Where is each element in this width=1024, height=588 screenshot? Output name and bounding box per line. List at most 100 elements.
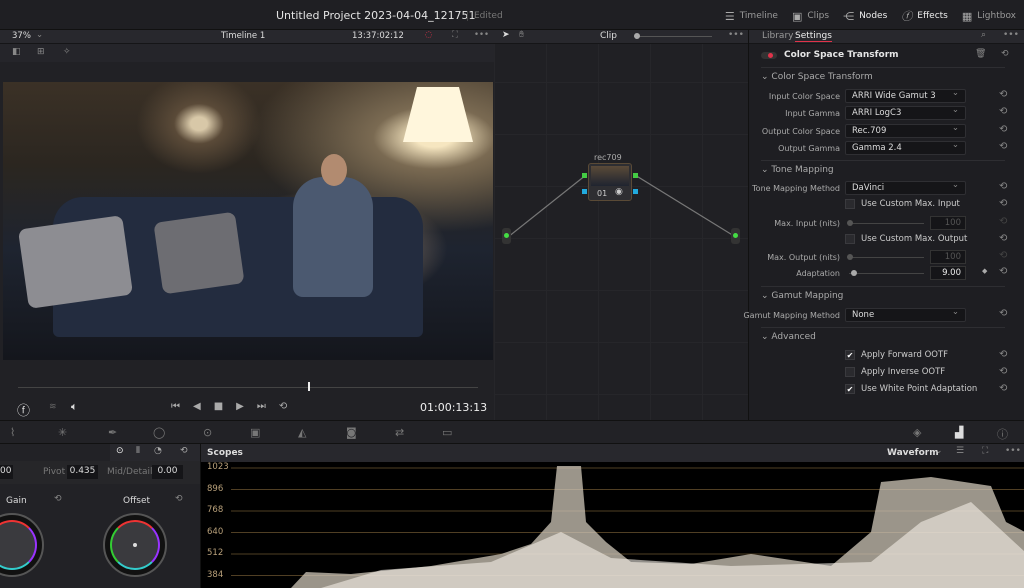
node-editor[interactable]: ➤ ✋︎ Clip ••• rec709 01 ◉ xyxy=(494,30,748,420)
clip-loop-icon[interactable]: ◌ xyxy=(425,30,432,40)
go-to-end-icon[interactable]: ⏭ xyxy=(257,401,266,412)
section-gamut-mapping[interactable]: ⌄ Gamut Mapping xyxy=(761,291,843,301)
more-icon[interactable]: ••• xyxy=(474,30,489,40)
apply-forward-ootf-checkbox[interactable]: ✔ xyxy=(845,350,855,360)
nav-lightbox[interactable]: ▦ Lightbox xyxy=(962,10,1016,23)
nav-effects[interactable]: ⓕ Effects xyxy=(901,8,948,24)
log-wheels-icon[interactable]: ◔ xyxy=(154,446,162,456)
section-cst[interactable]: ⌄ Color Space Transform xyxy=(761,72,873,82)
sizing-icon[interactable]: ⇄ xyxy=(395,426,404,439)
reset-icon[interactable]: ⟲ xyxy=(1001,49,1009,59)
window-icon[interactable]: ◯ xyxy=(153,426,165,439)
scope-tick-label: 512 xyxy=(207,548,224,558)
3d-icon[interactable]: ▭ xyxy=(442,426,452,439)
nav-clips[interactable]: ▣ Clips xyxy=(792,10,829,23)
max-input-slider[interactable] xyxy=(849,223,924,224)
tab-library[interactable]: Library xyxy=(762,31,793,41)
curves-icon[interactable]: ⌇ xyxy=(10,426,15,439)
timeline-dropdown[interactable]: Timeline 1 xyxy=(221,31,265,41)
search-icon[interactable]: ⌕ xyxy=(981,30,986,40)
grid-view-icon[interactable]: ⊞ xyxy=(37,47,45,57)
split-view-icon[interactable]: ◧ xyxy=(12,47,21,57)
reset-icon[interactable]: ⟲ xyxy=(54,494,62,504)
reset-icon[interactable]: ⟲ xyxy=(180,446,188,456)
reset-icon[interactable]: ⟲ xyxy=(999,141,1007,152)
color-warper-icon[interactable]: ✳ xyxy=(58,426,67,439)
reset-icon[interactable]: ⟲ xyxy=(999,383,1007,394)
max-input-field[interactable]: 100 xyxy=(930,216,966,230)
go-to-start-icon[interactable]: ⏮ xyxy=(171,401,180,412)
step-back-icon[interactable]: ◀ xyxy=(193,401,201,412)
max-output-slider[interactable] xyxy=(849,257,924,258)
color-wheels-icon[interactable]: ⊙ xyxy=(116,446,124,456)
fullscreen-icon[interactable]: ⛶ xyxy=(452,30,458,40)
reset-icon[interactable]: ⟲ xyxy=(999,233,1007,244)
play-icon[interactable]: ▶ xyxy=(236,401,244,412)
fx-icon[interactable]: ⓕ xyxy=(17,400,30,419)
loop-icon[interactable]: ⟲ xyxy=(279,401,287,412)
playhead[interactable] xyxy=(307,382,310,391)
effect-toggle[interactable] xyxy=(761,52,777,59)
use-white-point-adaptation-checkbox[interactable]: ✔ xyxy=(845,384,855,394)
keyframes-icon[interactable]: ◈ xyxy=(913,426,921,439)
reset-icon[interactable]: ⟲ xyxy=(999,181,1007,192)
bars-icon[interactable]: ⦀ xyxy=(136,446,140,456)
reset-icon[interactable]: ⟲ xyxy=(999,198,1007,209)
layers-icon[interactable]: ≋ xyxy=(49,402,57,412)
reset-icon[interactable]: ⟲ xyxy=(999,308,1007,319)
delete-icon[interactable]: 🗑︎ xyxy=(975,49,986,59)
max-output-field[interactable]: 100 xyxy=(930,250,966,264)
magic-wand-icon[interactable]: ✧ xyxy=(63,47,71,57)
reset-icon[interactable]: ⟲ xyxy=(999,266,1007,277)
source-input[interactable] xyxy=(502,228,511,244)
volume-icon[interactable]: 🔈︎ xyxy=(71,400,78,414)
magic-mask-icon[interactable]: ▣ xyxy=(250,426,260,439)
gamut-mapping-method-dropdown[interactable]: None xyxy=(845,307,966,322)
scrubber[interactable] xyxy=(18,387,478,388)
corrector-node[interactable]: 01 ◉ xyxy=(588,163,632,201)
keyframe-icon[interactable]: ◆ xyxy=(982,267,987,275)
more-icon[interactable]: ••• xyxy=(1003,30,1019,40)
qualifier-icon[interactable]: ✒ xyxy=(108,426,117,439)
reset-icon[interactable]: ⟲ xyxy=(999,89,1007,100)
tracker-icon[interactable]: ⊙ xyxy=(203,426,212,439)
mid-detail-field[interactable]: 0.00 xyxy=(152,465,183,479)
nav-nodes[interactable]: ⋲ Nodes xyxy=(843,10,887,23)
tab-settings[interactable]: Settings xyxy=(795,31,832,42)
stop-icon[interactable]: ■ xyxy=(214,401,223,412)
nav-timeline[interactable]: ☰ Timeline xyxy=(725,10,778,23)
pivot-field[interactable]: 0.435 xyxy=(67,465,98,479)
section-tone-mapping[interactable]: ⌄ Tone Mapping xyxy=(761,165,834,175)
reset-icon[interactable]: ⟲ xyxy=(175,494,183,504)
adaptation-slider[interactable] xyxy=(849,273,924,274)
fullscreen-icon[interactable]: ⛶ xyxy=(982,446,988,456)
use-custom-max-output-checkbox[interactable] xyxy=(845,234,855,244)
value-field[interactable]: 00 xyxy=(0,465,13,479)
key-icon[interactable]: ◙ xyxy=(346,426,357,439)
output-node[interactable] xyxy=(731,228,740,244)
blur-icon[interactable]: ◭ xyxy=(298,426,306,439)
output-color-space-dropdown[interactable]: Rec.709 xyxy=(845,123,966,138)
section-advanced[interactable]: ⌄ Advanced xyxy=(761,332,816,342)
reset-icon[interactable]: ⟲ xyxy=(999,124,1007,135)
gain-wheel[interactable] xyxy=(0,513,44,577)
adaptation-field[interactable]: 9.00 xyxy=(930,266,966,280)
input-color-space-dropdown[interactable]: ARRI Wide Gamut 3 xyxy=(845,88,966,103)
video-frame[interactable] xyxy=(3,82,493,360)
output-gamma-dropdown[interactable]: Gamma 2.4 xyxy=(845,140,966,155)
reset-icon[interactable]: ⟲ xyxy=(999,349,1007,360)
reset-icon[interactable]: ⟲ xyxy=(999,106,1007,117)
more-icon[interactable]: ••• xyxy=(1005,446,1021,456)
scope-mode-dropdown[interactable]: Waveform xyxy=(887,448,939,458)
zoom-dropdown[interactable]: 37% xyxy=(12,31,31,41)
offset-wheel[interactable] xyxy=(103,513,167,577)
input-gamma-dropdown[interactable]: ARRI LogC3 xyxy=(845,105,966,120)
scope-tick-label: 896 xyxy=(207,483,224,494)
tone-mapping-method-dropdown[interactable]: DaVinci xyxy=(845,180,966,195)
scopes-icon[interactable]: ▟ xyxy=(955,426,963,439)
settings-icon[interactable]: ☰ xyxy=(956,446,964,456)
apply-inverse-ootf-checkbox[interactable] xyxy=(845,367,855,377)
info-icon[interactable]: ⓘ xyxy=(997,426,1008,442)
use-custom-max-input-checkbox[interactable] xyxy=(845,199,855,209)
reset-icon[interactable]: ⟲ xyxy=(999,366,1007,377)
